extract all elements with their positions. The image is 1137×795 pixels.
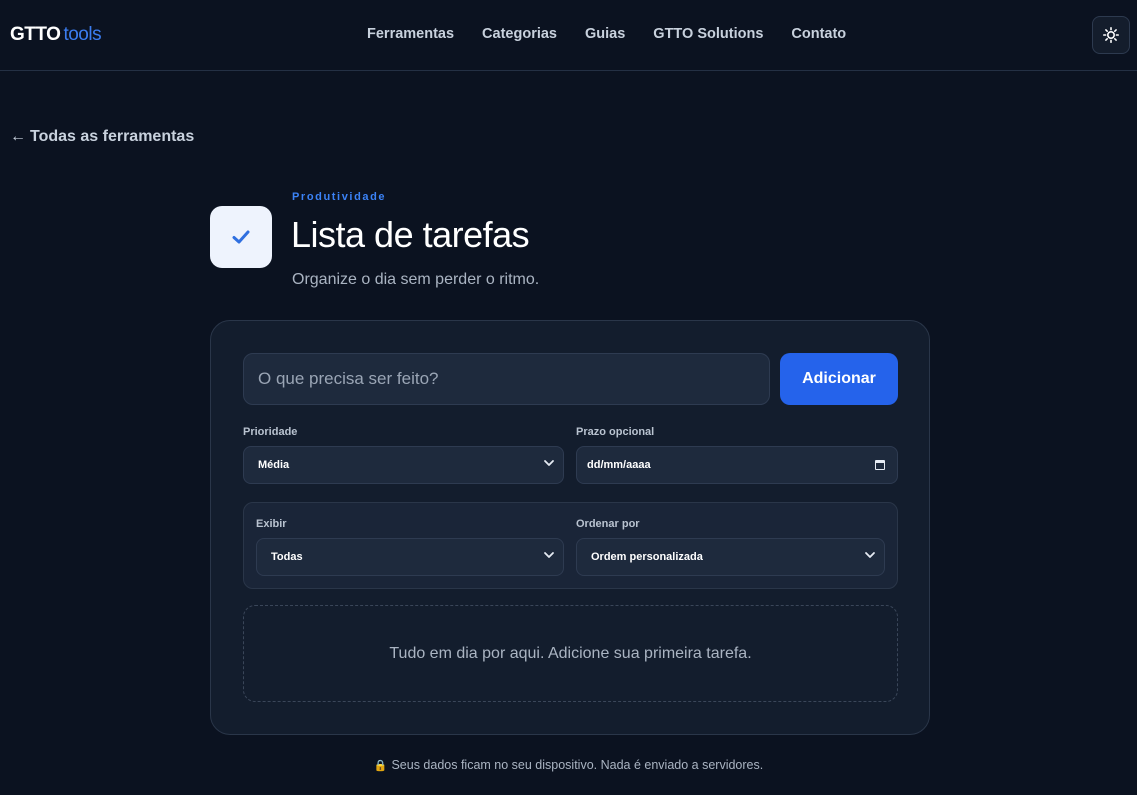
privacy-note: 🔒 Seus dados ficam no seu dispositivo. Na… bbox=[0, 758, 1137, 772]
priority-select[interactable]: Média bbox=[243, 446, 564, 484]
theme-toggle-button[interactable] bbox=[1092, 16, 1130, 54]
deadline-label: Prazo opcional bbox=[576, 426, 655, 438]
deadline-date-placeholder: dd/mm/aaaa bbox=[587, 459, 651, 471]
sun-icon bbox=[1103, 27, 1119, 43]
priority-select-value: Média bbox=[258, 459, 290, 471]
show-filter-value: Todas bbox=[271, 551, 303, 563]
page-subtitle: Organize o dia sem perder o ritmo. bbox=[292, 271, 540, 288]
tool-category: Produtividade bbox=[292, 191, 387, 203]
deadline-date-input[interactable]: dd/mm/aaaa bbox=[576, 446, 898, 484]
nav-item-categorias[interactable]: Categorias bbox=[482, 26, 557, 42]
nav-item-ferramentas[interactable]: Ferramentas bbox=[367, 26, 454, 42]
logo-brand: GTTO bbox=[10, 24, 61, 45]
filter-panel: Exibir Todas Ordenar por Ordem personali… bbox=[243, 502, 898, 589]
chevron-down-icon bbox=[543, 549, 555, 564]
task-input[interactable] bbox=[243, 353, 770, 405]
privacy-note-text: Seus dados ficam no seu dispositivo. Nad… bbox=[391, 758, 764, 772]
priority-label: Prioridade bbox=[243, 426, 298, 438]
empty-state-text: Tudo em dia por aqui. Adicione sua prime… bbox=[389, 644, 752, 662]
add-task-button[interactable]: Adicionar bbox=[780, 353, 898, 405]
nav-item-contato[interactable]: Contato bbox=[791, 26, 846, 42]
empty-state: Tudo em dia por aqui. Adicione sua prime… bbox=[243, 605, 898, 702]
back-to-tools-link[interactable]: ← Todas as ferramentas bbox=[10, 128, 194, 146]
todo-card: Adicionar Prioridade Média Prazo opciona… bbox=[210, 320, 930, 735]
site-header: GTTO tools Ferramentas Categorias Guias G… bbox=[0, 0, 1137, 71]
checkmark-icon bbox=[232, 230, 250, 244]
calendar-icon[interactable] bbox=[875, 460, 885, 470]
page-title: Lista de tarefas bbox=[291, 214, 530, 255]
show-filter-label: Exibir bbox=[256, 518, 287, 530]
lock-icon: 🔒 bbox=[373, 760, 388, 772]
nav-item-guias[interactable]: Guias bbox=[585, 26, 625, 42]
chevron-down-icon bbox=[543, 457, 555, 472]
chevron-down-icon bbox=[864, 549, 876, 564]
nav-item-gtto-solutions[interactable]: GTTO Solutions bbox=[653, 26, 763, 42]
site-logo[interactable]: GTTO tools bbox=[10, 24, 102, 46]
sort-select-value: Ordem personalizada bbox=[591, 551, 703, 563]
show-filter-select[interactable]: Todas bbox=[256, 538, 564, 576]
back-link-label: Todas as ferramentas bbox=[30, 128, 195, 145]
arrow-left-icon: ← bbox=[10, 128, 26, 145]
logo-sub: tools bbox=[63, 24, 102, 45]
sort-label: Ordenar por bbox=[576, 518, 640, 530]
main-nav: Ferramentas Categorias Guias GTTO Soluti… bbox=[367, 26, 846, 42]
tool-icon-tile bbox=[210, 206, 272, 268]
sort-select[interactable]: Ordem personalizada bbox=[576, 538, 885, 576]
